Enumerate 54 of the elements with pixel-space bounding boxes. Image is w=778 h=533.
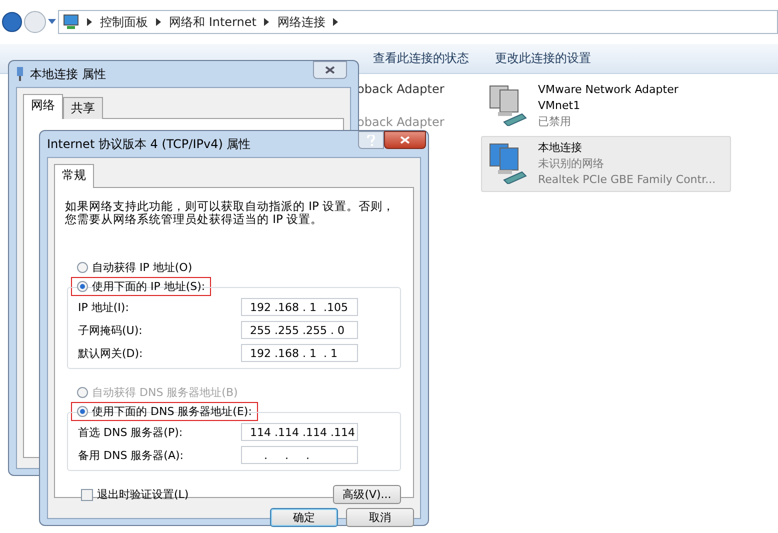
checkbox[interactable] bbox=[81, 488, 93, 500]
dropdown-icon bbox=[48, 19, 56, 25]
toolbar-item[interactable]: 查看此连接的状态 bbox=[373, 50, 469, 67]
radio-label: 使用下面的 DNS 服务器地址(E): bbox=[92, 404, 252, 419]
close-button[interactable] bbox=[384, 131, 426, 149]
description-text: 如果网络支持此功能，则可以获取自动指派的 IP 设置。否则，您需要从网络系统管理员处获得适当的 IP 设置。 bbox=[64, 198, 396, 228]
ip-address-field[interactable]: 192 .168 . 1 . 1 bbox=[241, 344, 358, 362]
adapter-name: VMware Network Adapter VMnet1 bbox=[538, 82, 680, 114]
adapter-item[interactable]: 本地连接 未识别的网络 Realtek PCIe GBE Family Contr... bbox=[481, 136, 731, 192]
adapter-status: 未识别的网络 bbox=[538, 156, 605, 172]
network-plug-icon bbox=[16, 67, 24, 81]
help-button[interactable] bbox=[358, 131, 384, 149]
radio-label: 使用下面的 IP 地址(S): bbox=[92, 279, 206, 294]
radio-button[interactable] bbox=[77, 281, 88, 292]
chevron-icon bbox=[156, 18, 161, 26]
adapter-device: Realtek PCIe GBE Family Contr... bbox=[538, 172, 716, 188]
chevron-icon bbox=[264, 18, 270, 26]
field-label: 子网掩码(U): bbox=[78, 322, 142, 338]
chevron-icon bbox=[87, 18, 92, 26]
tab[interactable]: 共享 bbox=[63, 97, 103, 119]
dialog-title: 本地连接 属性 bbox=[30, 66, 106, 82]
adapter-status: 已禁用 bbox=[538, 114, 572, 130]
dialog-title: Internet 协议版本 4 (TCP/IPv4) 属性 bbox=[47, 136, 251, 152]
question-mark-icon bbox=[367, 134, 375, 146]
advanced-button[interactable]: 高级(V)... bbox=[333, 485, 401, 504]
adapter-name: 本地连接 bbox=[538, 140, 583, 156]
close-button[interactable] bbox=[313, 61, 347, 79]
radio-label: 自动获得 IP 地址(O) bbox=[92, 260, 192, 275]
chevron-icon bbox=[333, 18, 338, 26]
breadcrumb-item[interactable]: 网络连接 bbox=[277, 14, 326, 30]
close-icon bbox=[400, 136, 410, 144]
tab[interactable]: 常规 bbox=[54, 164, 94, 188]
close-icon bbox=[325, 66, 335, 74]
toolbar-item[interactable]: 更改此连接的设置 bbox=[495, 50, 591, 67]
breadcrumb-item[interactable]: 控制面板 bbox=[100, 14, 148, 30]
checkbox-label: 退出时验证设置(L) bbox=[97, 487, 189, 502]
ip-address-field[interactable]: 255 .255 .255 . 0 bbox=[241, 321, 358, 339]
network-folder-icon bbox=[63, 14, 79, 30]
tab[interactable]: 网络 bbox=[23, 94, 63, 119]
radio-button[interactable] bbox=[77, 406, 88, 417]
ip-address-field[interactable]: 192 .168 . 1 .105 bbox=[241, 298, 358, 316]
breadcrumb-item[interactable]: 网络和 Internet bbox=[169, 14, 256, 30]
address-bar[interactable]: 控制面板 网络和 Internet 网络连接 bbox=[58, 10, 778, 34]
cancel-button[interactable]: 取消 bbox=[346, 508, 414, 527]
ip-address-field[interactable]: 114 .114 .114 .114 bbox=[241, 423, 358, 441]
ip-address-field[interactable]: . . . bbox=[241, 446, 358, 464]
field-label: 默认网关(D): bbox=[78, 346, 143, 360]
field-label: 备用 DNS 服务器(A): bbox=[78, 448, 184, 462]
radio-label: 自动获得 DNS 服务器地址(B) bbox=[92, 385, 238, 400]
field-label: 首选 DNS 服务器(P): bbox=[78, 424, 183, 440]
ok-button[interactable]: 确定 bbox=[270, 508, 338, 527]
field-label: IP 地址(I): bbox=[78, 300, 129, 314]
back-button[interactable] bbox=[2, 12, 22, 32]
radio-button[interactable] bbox=[77, 262, 88, 273]
